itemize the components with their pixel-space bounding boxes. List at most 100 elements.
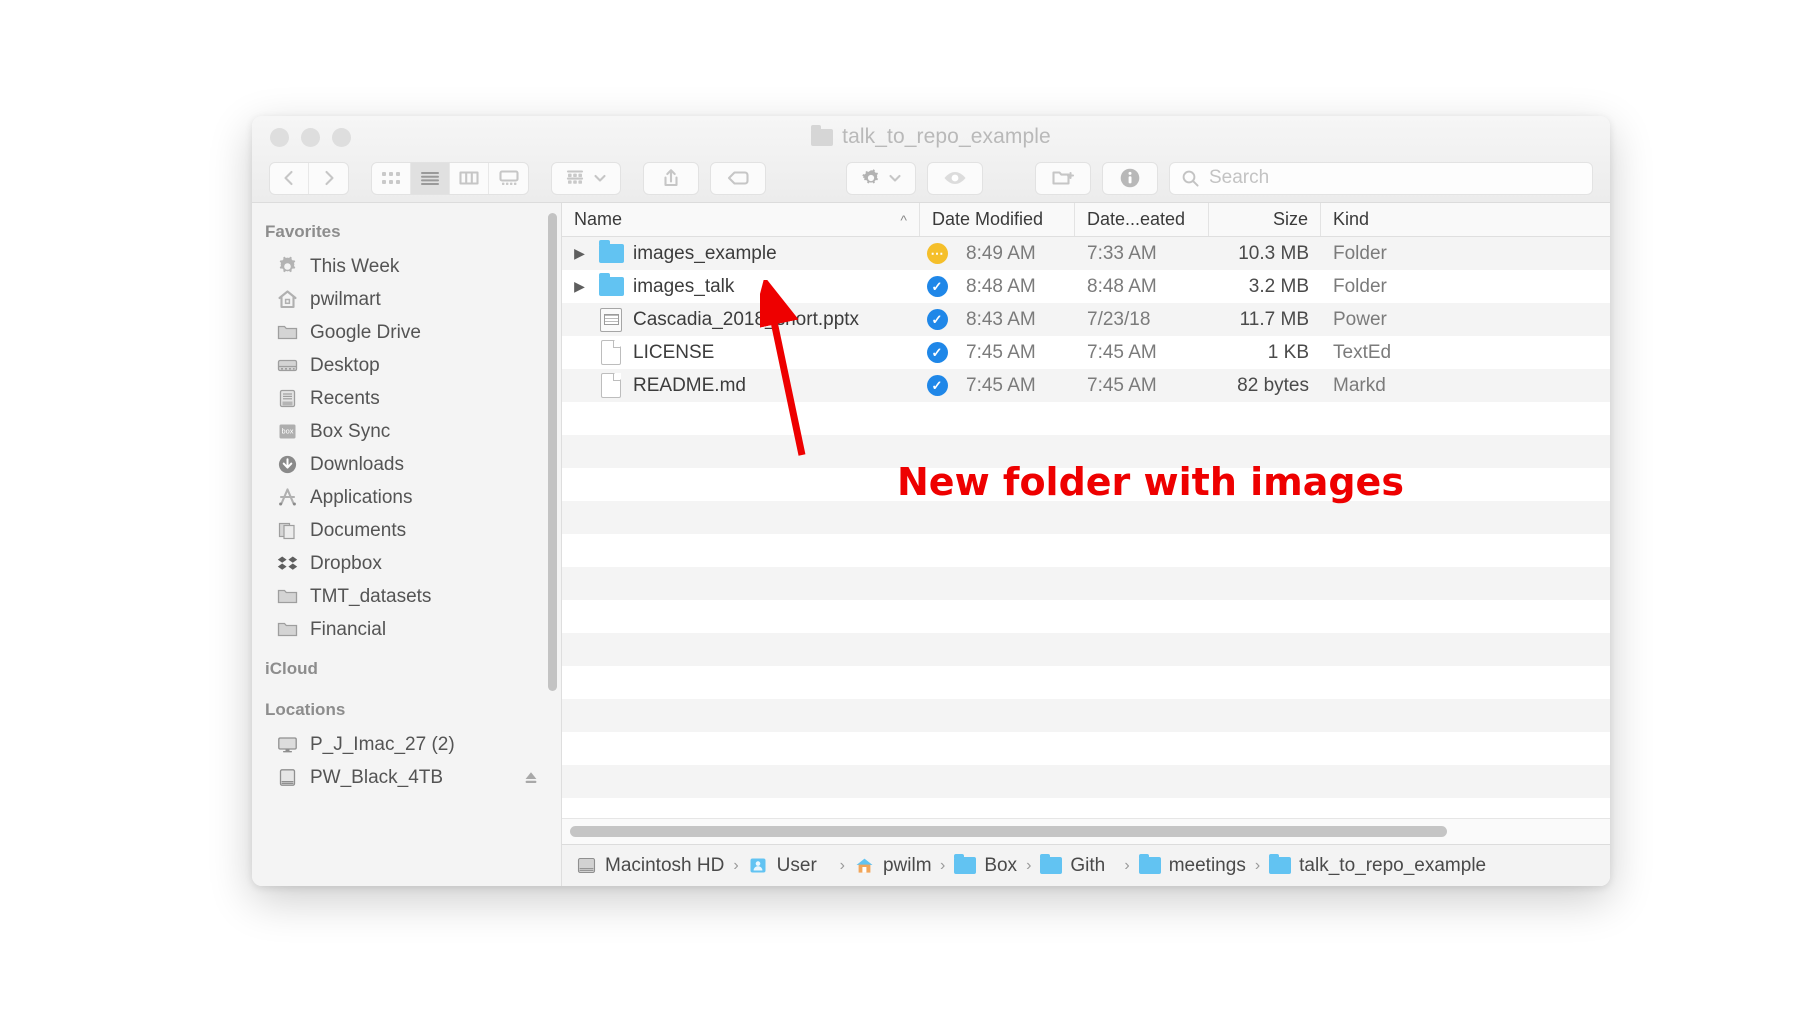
breadcrumb-github[interactable]: Gith [1040,854,1115,877]
sidebar-item-google-drive[interactable]: Google Drive [252,316,561,349]
breadcrumb-users[interactable]: User [748,855,831,877]
empty-row [562,732,1610,765]
empty-row [562,600,1610,633]
column-view-button[interactable] [450,162,489,194]
sidebar-item-tmt-datasets[interactable]: TMT_datasets [252,580,561,613]
arrange-button[interactable] [551,161,621,195]
list-view-button[interactable] [411,162,450,194]
sidebar-item-label: P_J_Imac_27 (2) [310,733,455,755]
svg-text:box: box [282,427,294,436]
folder-icon [276,618,299,641]
breadcrumb-macintosh-hd[interactable]: Macintosh HD [576,855,724,877]
sidebar-item-label: Downloads [310,453,404,475]
back-button[interactable] [270,162,309,194]
column-header-date-modified[interactable]: Date Modified [920,203,1075,236]
chevron-left-icon [284,170,293,186]
sidebar-item-pwilmart[interactable]: pwilmart [252,283,561,316]
sidebar-item-recents[interactable]: Recents [252,382,561,415]
breadcrumb-separator: › [939,856,946,874]
external-drive-icon [276,766,299,789]
file-date-modified: 8:48 AM [966,275,1036,297]
breadcrumb-pwilmart[interactable]: pwilm [854,855,931,877]
table-row[interactable]: ▶ images_talk ✓ 8:48 AM 8:48 AM 3.2 MB F… [562,270,1610,303]
empty-row [562,699,1610,732]
tags-button[interactable] [710,161,766,195]
gallery-view-button[interactable] [489,163,528,194]
navigation-buttons [269,161,349,195]
display-icon [276,733,299,756]
column-header-kind[interactable]: Kind [1321,203,1610,236]
sidebar-item-label: Desktop [310,354,380,376]
horizontal-scrollbar-thumb[interactable] [570,826,1448,837]
breadcrumb-separator: › [1026,856,1032,874]
horizontal-scrollbar[interactable] [562,818,1610,844]
empty-row [562,765,1610,798]
table-row[interactable]: LICENSE ✓ 7:45 AM 7:45 AM 1 KB TextEd [562,336,1610,369]
documents-icon [276,519,299,542]
breadcrumb-separator: › [733,856,739,874]
eject-icon[interactable] [521,768,541,788]
breadcrumb-label: meetings [1168,854,1246,876]
sidebar-item-label: Financial [310,618,387,640]
disclosure-triangle-right[interactable]: ▶ [570,245,589,262]
share-button[interactable] [643,161,699,195]
sidebar-item-label: Documents [310,519,407,541]
sidebar-scrollbar[interactable] [548,213,557,691]
action-menu-button[interactable] [846,161,916,195]
info-button[interactable] [1102,161,1158,195]
sidebar-item-financial[interactable]: Financial [252,613,561,646]
window-body: Favorites This Week pwilmart Google Driv… [252,203,1610,886]
sidebar-item-label: TMT_datasets [310,585,432,607]
toolbar: Search [252,154,1610,202]
disclosure-triangle-right[interactable]: ▶ [570,278,589,295]
new-folder-button[interactable] [1035,161,1091,195]
desktop-icon [276,354,299,377]
breadcrumb-separator: › [839,856,845,874]
column-header-label: Name [574,209,623,229]
plain-document-icon [598,373,624,398]
folder-icon [1040,854,1063,874]
sidebar-item-documents[interactable]: Documents [252,514,561,547]
empty-row [562,798,1610,818]
file-date-created: 7/23/18 [1087,308,1151,330]
sync-pending-badge: ⋯ [920,243,954,264]
folder-icon [1138,854,1161,874]
hard-drive-icon [577,857,596,874]
chevron-up-icon: ^ [900,211,907,228]
search-input[interactable]: Search [1169,161,1593,195]
breadcrumb-label: pwilm [882,854,931,876]
breadcrumb-label: talk_to_repo_example [1299,854,1487,876]
breadcrumb-label: User [776,854,817,876]
breadcrumb-meetings[interactable]: meetings [1138,854,1246,877]
column-header-size[interactable]: Size [1209,203,1321,236]
breadcrumb-box[interactable]: Box [954,854,1017,877]
file-name: images_talk [633,275,735,297]
empty-row [562,402,1610,435]
empty-row [562,567,1610,600]
table-row[interactable]: ▶ images_example ⋯ 8:49 AM 7:33 AM 10.3 … [562,237,1610,270]
sidebar-item-box-sync[interactable]: box Box Sync [252,415,561,448]
sidebar-item-downloads[interactable]: Downloads [252,448,561,481]
recents-icon [276,387,299,410]
file-name: README.md [633,374,746,396]
sidebar-item-pw-black-4tb[interactable]: PW_Black_4TB [252,761,561,794]
icon-view-button[interactable] [372,162,411,194]
file-date-modified: 8:49 AM [966,242,1036,264]
sidebar-item-label: Recents [310,387,380,409]
table-row[interactable]: Cascadia_2018_short.pptx ✓ 8:43 AM 7/23/… [562,303,1610,336]
icon-view-icon [382,172,400,184]
forward-button[interactable] [309,163,348,194]
sidebar-item-desktop[interactable]: Desktop [252,349,561,382]
breadcrumb-talk-to-repo-example[interactable]: talk_to_repo_example [1269,854,1487,877]
file-kind: Folder [1333,242,1387,264]
sidebar-item-applications[interactable]: Applications [252,481,561,514]
column-header-label: Date Modified [932,209,1044,229]
quick-look-button[interactable] [927,161,983,195]
table-row[interactable]: README.md ✓ 7:45 AM 7:45 AM 82 bytes Mar… [562,369,1610,402]
sidebar-item-p-j-imac-27[interactable]: P_J_Imac_27 (2) [252,728,561,761]
sidebar-item-label: Dropbox [310,552,382,574]
column-header-name[interactable]: Name ^ [562,203,920,236]
sidebar-item-this-week[interactable]: This Week [252,250,561,283]
column-header-date-created[interactable]: Date...eated [1075,203,1209,236]
sidebar-item-dropbox[interactable]: Dropbox [252,547,561,580]
